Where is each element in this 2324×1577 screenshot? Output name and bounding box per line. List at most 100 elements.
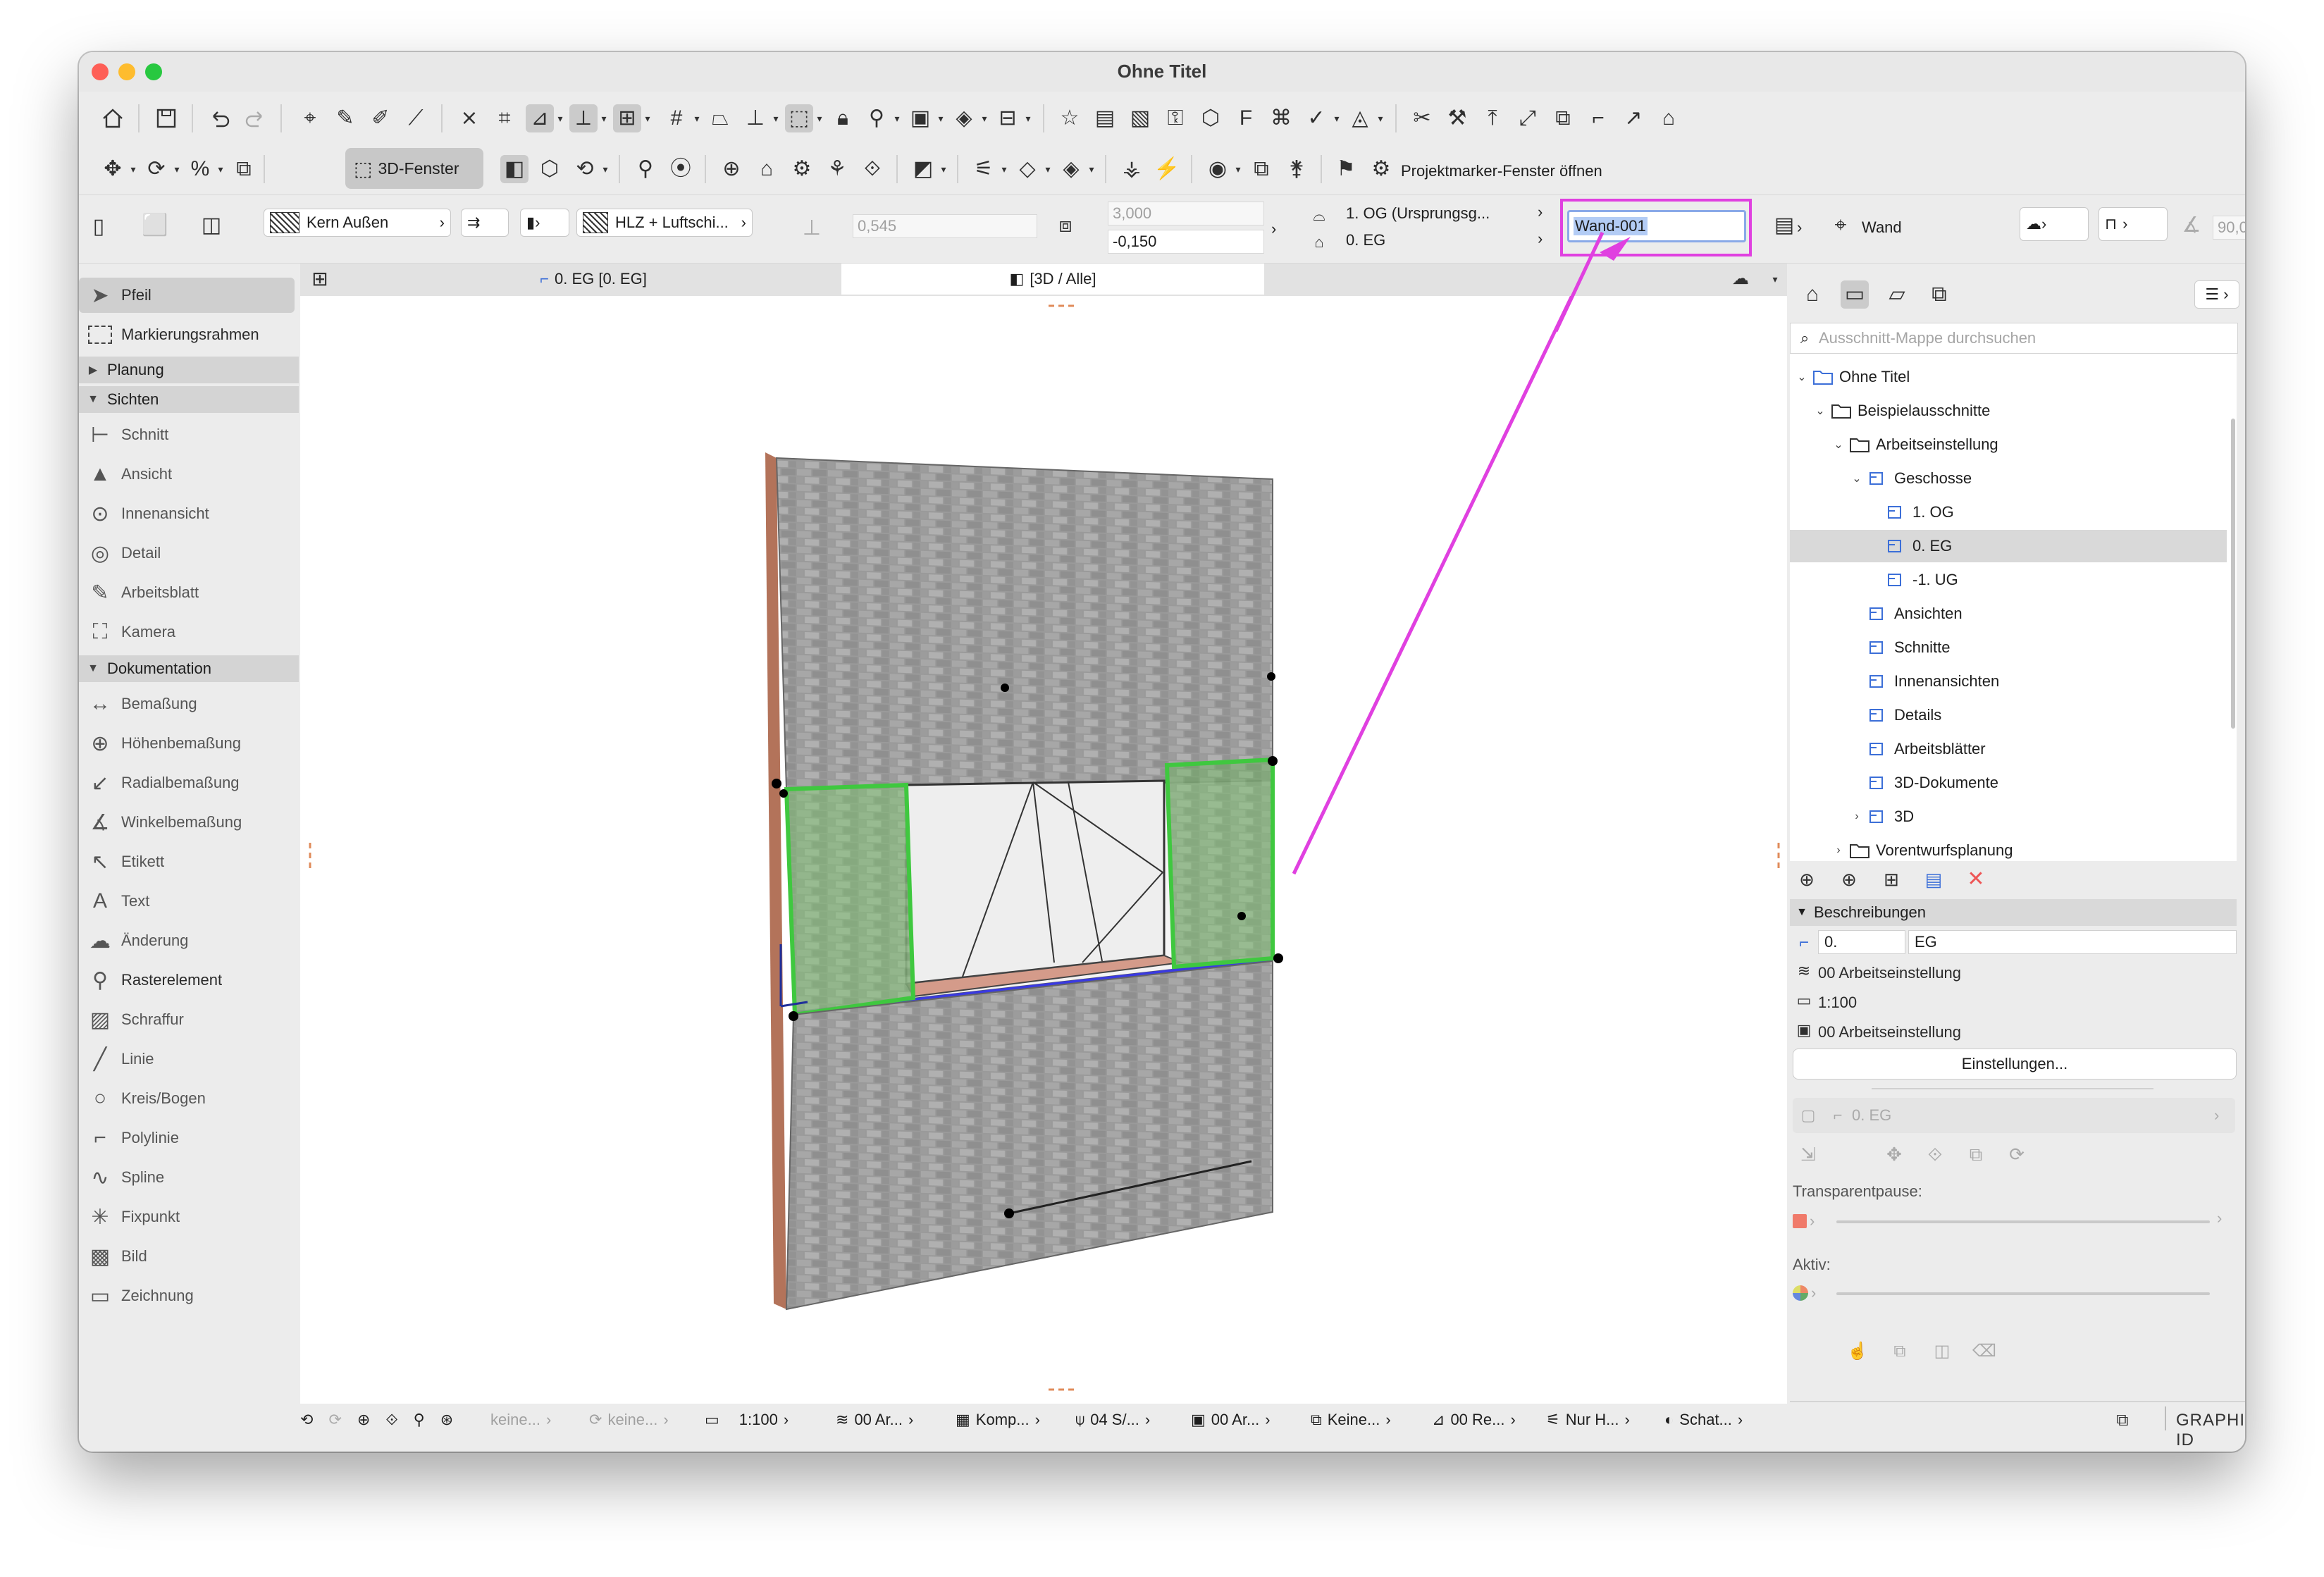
tool-3[interactable]: ∡ Winkelbemaßung bbox=[79, 805, 299, 840]
descriptions-header[interactable]: ▼ Beschreibungen bbox=[1790, 899, 2237, 926]
zoom-fit-icon[interactable]: ⊛ bbox=[440, 1411, 453, 1429]
navigator-menu-button[interactable]: ☰ › bbox=[2194, 280, 2239, 309]
tool-7[interactable]: ⚲ Rasterelement bbox=[79, 963, 299, 998]
tool-14[interactable]: ▩ Bild bbox=[79, 1239, 299, 1274]
scale-label[interactable]: 1:100 bbox=[1818, 994, 1857, 1012]
section-dokumentation[interactable]: ▼ Dokumentation bbox=[79, 655, 299, 682]
doc-tool-label: Schraffur bbox=[121, 1010, 184, 1028]
tool-1[interactable]: ⊕ Höhenbemaßung bbox=[79, 726, 299, 761]
orbit-icon[interactable]: ⟐ bbox=[385, 1411, 397, 1429]
split-layer-icon[interactable]: ◫ bbox=[1928, 1337, 1956, 1366]
tool-11[interactable]: ⌐ Polylinie bbox=[79, 1120, 299, 1156]
tree-item[interactable]: Ansichten bbox=[1790, 598, 2227, 630]
detail-label: Detail bbox=[121, 544, 161, 562]
status-only[interactable]: ⚟ Nur H... › bbox=[1546, 1411, 1630, 1429]
windows-icon[interactable]: ⧉ bbox=[2108, 1406, 2137, 1435]
view-map-icon[interactable]: ▭ bbox=[1841, 280, 1869, 309]
story-ref-row[interactable]: ▢ ⌐ 0. EG › bbox=[1793, 1098, 2235, 1133]
scrollbar[interactable] bbox=[2231, 419, 2235, 729]
graphisoft-id-label[interactable]: GRAPHISOFT ID bbox=[2176, 1411, 2245, 1450]
tool-12[interactable]: ∿ Spline bbox=[79, 1160, 299, 1195]
properties-icon[interactable]: ▤ bbox=[1920, 865, 1948, 893]
tool-5[interactable]: A Text bbox=[79, 884, 299, 919]
tree-item[interactable]: Innenansichten bbox=[1790, 665, 2227, 698]
chevron-right-icon[interactable]: › bbox=[2217, 1209, 2222, 1227]
tool-2[interactable]: ↙ Radialbemaßung bbox=[79, 765, 299, 800]
transparent-slider[interactable] bbox=[1836, 1220, 2210, 1223]
status-keine-1[interactable]: keine... › bbox=[490, 1411, 551, 1429]
status-layer[interactable]: ≋ 00 Ar... › bbox=[836, 1411, 913, 1429]
tree-item[interactable]: ⌄ Geschosse bbox=[1790, 462, 2227, 495]
zoom-in-icon[interactable]: ⊕ bbox=[357, 1411, 370, 1429]
tree-item[interactable]: Schnitte bbox=[1790, 631, 2227, 664]
tree-item[interactable]: › Vorentwurfsplanung bbox=[1790, 834, 2227, 867]
status-shadow[interactable]: ◐ Schat... › bbox=[1664, 1411, 1743, 1429]
folder-icon bbox=[1848, 436, 1872, 453]
tool-schnitt[interactable]: ⊢ Schnitt bbox=[79, 417, 299, 452]
tool-15[interactable]: ▭ Zeichnung bbox=[79, 1278, 299, 1313]
tree-item[interactable]: ⌄ Beispielausschnitte bbox=[1790, 395, 2227, 427]
tree-item[interactable]: Details bbox=[1790, 699, 2227, 731]
tool-arbeitsblatt[interactable]: ✎ Arbeitsblatt bbox=[79, 575, 299, 610]
clone-view-icon[interactable]: ⊕ bbox=[1835, 865, 1863, 893]
navigator-search[interactable]: ⌕ Ausschnitt-Mappe durchsuchen bbox=[1790, 323, 2238, 354]
new-folder-icon[interactable]: ⊞ bbox=[1877, 865, 1905, 893]
active-slider[interactable] bbox=[1836, 1292, 2210, 1295]
tree-item[interactable]: 1. OG bbox=[1790, 496, 2227, 528]
status-model[interactable]: ▦ Komp... › bbox=[956, 1411, 1040, 1429]
move-ref-icon[interactable]: ✥ bbox=[1880, 1140, 1908, 1168]
3d-viewport[interactable] bbox=[300, 231, 1787, 1404]
layer-combo-label[interactable]: 00 Arbeitseinstellung bbox=[1818, 964, 1961, 982]
tool-ansicht[interactable]: ▲ Ansicht bbox=[79, 457, 299, 492]
tree-item[interactable]: 3D-Dokumente bbox=[1790, 767, 2227, 799]
status-keine-2[interactable]: ⟳ keine... › bbox=[589, 1411, 669, 1429]
swap-icon[interactable]: ⇲ bbox=[1794, 1140, 1822, 1168]
section-sichten[interactable]: ▼ Sichten bbox=[79, 386, 299, 413]
delete-icon[interactable]: ✕ bbox=[1962, 865, 1990, 893]
tool-detail[interactable]: ◎ Detail bbox=[79, 536, 299, 571]
tool-9[interactable]: ╱ Linie bbox=[79, 1041, 299, 1077]
settings-button[interactable]: Einstellungen... bbox=[1793, 1049, 2237, 1080]
layout-book-icon[interactable]: ▱ bbox=[1883, 280, 1911, 309]
publisher-icon[interactable]: ⧉ bbox=[1925, 280, 1953, 309]
rotate-view-icon[interactable]: ⟲ bbox=[300, 1411, 313, 1429]
desc-id-field[interactable]: 0. bbox=[1818, 930, 1905, 954]
tree-item[interactable]: › 3D bbox=[1790, 800, 2227, 833]
redo-view-icon[interactable]: ⟳ bbox=[328, 1411, 341, 1429]
copy-layer-icon[interactable]: ⧉ bbox=[1886, 1337, 1914, 1366]
tree-item[interactable]: ⌄ Ohne Titel bbox=[1790, 361, 2227, 393]
project-map-icon[interactable]: ⌂ bbox=[1798, 280, 1827, 309]
status-pen[interactable]: ⍦ 04 S/... › bbox=[1075, 1411, 1150, 1429]
walk-icon[interactable]: ⚲ bbox=[414, 1411, 425, 1429]
erase-layer-icon[interactable]: ⌫ bbox=[1970, 1337, 1998, 1366]
section-planung[interactable]: ▶ Planung bbox=[79, 357, 299, 383]
doc-tool-icon-3: ∡ bbox=[90, 810, 110, 834]
status-dimension[interactable]: ▣ 00 Ar... › bbox=[1191, 1411, 1271, 1429]
mirror-ref-icon[interactable]: ⧉ bbox=[1962, 1140, 1990, 1168]
touch-icon[interactable]: ☝ bbox=[1843, 1337, 1872, 1366]
tree-item[interactable]: ⌄ Arbeitseinstellung bbox=[1790, 428, 2227, 461]
tool-4[interactable]: ↖ Etikett bbox=[79, 844, 299, 879]
desc-name-field[interactable]: EG bbox=[1908, 930, 2237, 954]
tool-10[interactable]: ○ Kreis/Bogen bbox=[79, 1081, 299, 1116]
new-view-icon[interactable]: ⊕ bbox=[1793, 865, 1821, 893]
tree-item[interactable]: 0. EG bbox=[1790, 530, 2227, 562]
tool-6[interactable]: ☁ Änderung bbox=[79, 923, 299, 958]
tool-13[interactable]: ✳ Fixpunkt bbox=[79, 1199, 299, 1235]
status-scale[interactable]: ▭ 1:100 › bbox=[705, 1411, 789, 1429]
active-color-button[interactable]: › bbox=[1793, 1281, 1821, 1305]
tool-innenansicht[interactable]: ⊙ Innenansicht bbox=[79, 496, 299, 531]
tool-8[interactable]: ▨ Schraffur bbox=[79, 1002, 299, 1037]
tree-label: 3D-Dokumente bbox=[1894, 774, 1998, 791]
reset-ref-icon[interactable]: ⟳ bbox=[2003, 1140, 2031, 1168]
tool-kamera[interactable]: ⛶ Kamera bbox=[79, 614, 299, 650]
tool-0[interactable]: ↔ Bemaßung bbox=[79, 686, 299, 722]
status-structure[interactable]: ⊿ 00 Re... › bbox=[1432, 1411, 1516, 1429]
dim-std-label[interactable]: 00 Arbeitseinstellung bbox=[1818, 1023, 1961, 1041]
rotate-ref-icon[interactable]: ⟐ bbox=[1921, 1140, 1949, 1168]
tree-item[interactable]: Arbeitsblätter bbox=[1790, 733, 2227, 765]
transparent-color-button[interactable]: › bbox=[1793, 1209, 1821, 1233]
status-renovation[interactable]: ⧉ Keine... › bbox=[1311, 1411, 1391, 1429]
triangle-right-icon: ▶ bbox=[88, 364, 98, 376]
tree-item[interactable]: -1. UG bbox=[1790, 564, 2227, 596]
